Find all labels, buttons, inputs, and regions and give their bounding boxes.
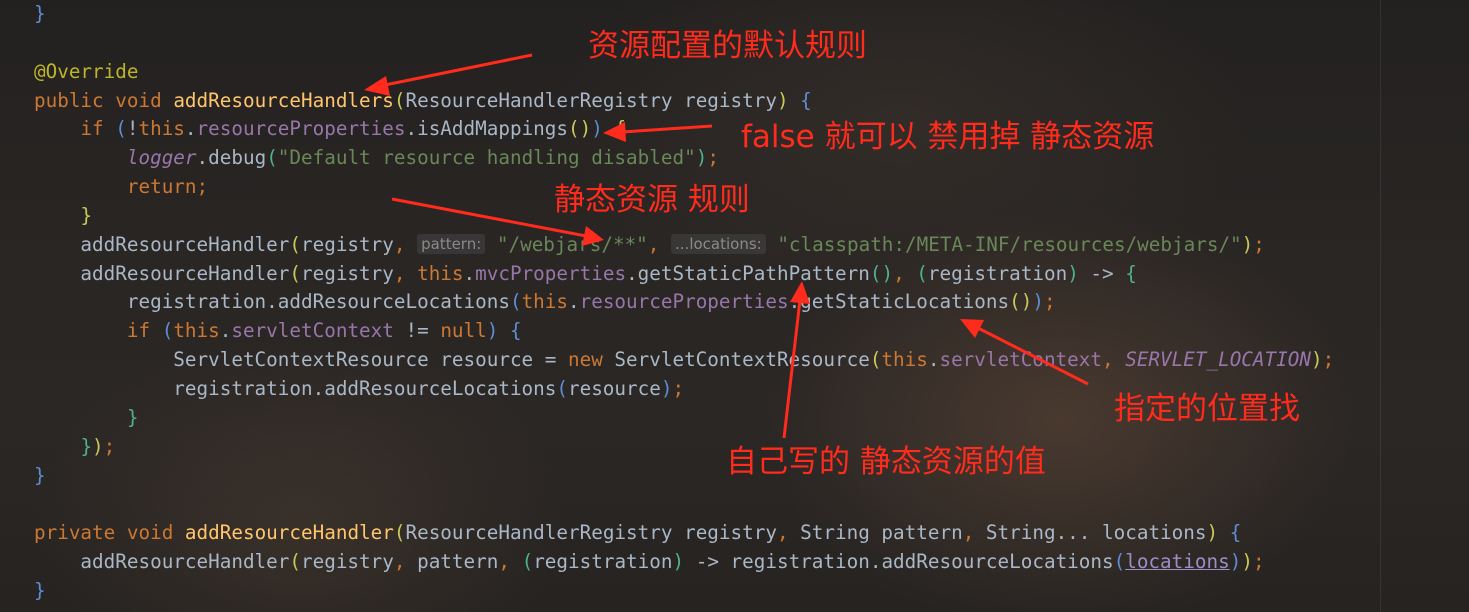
arrow-head-isaddmappings bbox=[603, 122, 626, 142]
arrow-to-static-path-pattern bbox=[782, 299, 802, 439]
arrow-to-static-locations bbox=[977, 326, 1089, 386]
arrow-to-isaddmappings bbox=[621, 124, 713, 134]
arrow-head-addresourcehandlers bbox=[364, 76, 390, 96]
arrow-head-webjars bbox=[582, 226, 604, 246]
arrow-to-addresourcehandlers bbox=[379, 53, 533, 88]
arrow-head-static-path-pattern bbox=[790, 281, 810, 304]
annotation-arrows bbox=[364, 53, 1089, 439]
arrow-to-webjars bbox=[391, 197, 587, 238]
